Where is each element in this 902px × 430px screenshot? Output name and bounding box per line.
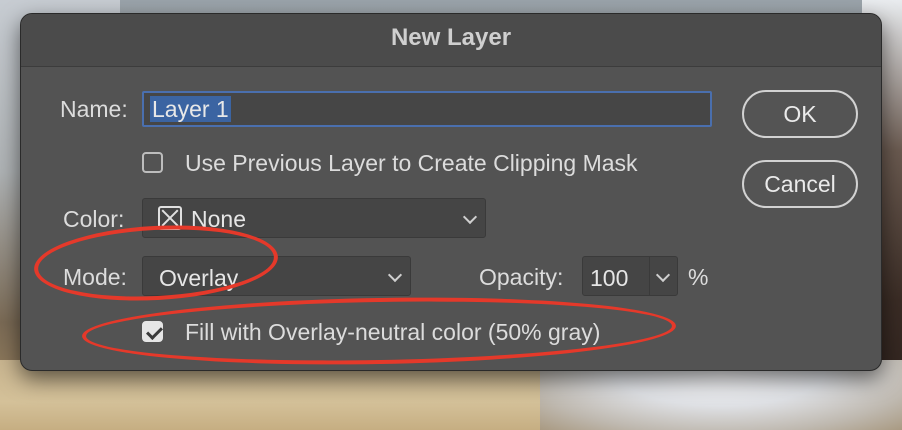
checkmark-icon <box>146 323 163 340</box>
opacity-input[interactable]: 100 <box>582 256 678 296</box>
mode-select-value: Overlay <box>159 265 239 291</box>
name-input[interactable]: Layer 1 <box>142 91 712 127</box>
name-label: Name: <box>60 96 128 122</box>
no-color-x-icon <box>158 206 182 230</box>
chevron-down-icon <box>462 209 478 225</box>
ok-button[interactable]: OK <box>742 90 858 138</box>
dialog-title: New Layer <box>21 14 881 67</box>
color-select[interactable]: None <box>142 198 486 238</box>
fill-neutral-checkbox[interactable] <box>142 321 163 342</box>
cancel-button[interactable]: Cancel <box>742 160 858 208</box>
chevron-down-icon[interactable] <box>655 267 671 283</box>
opacity-label: Opacity: <box>479 264 564 290</box>
clipping-mask-label: Use Previous Layer to Create Clipping Ma… <box>185 150 638 176</box>
opacity-divider <box>649 257 650 295</box>
name-input-value: Layer 1 <box>150 96 231 122</box>
opacity-value: 100 <box>590 265 629 291</box>
mode-label: Mode: <box>63 264 127 290</box>
fill-neutral-label: Fill with Overlay-neutral color (50% gra… <box>185 319 601 345</box>
color-select-value: None <box>191 206 246 232</box>
mode-select[interactable]: Overlay <box>142 256 411 296</box>
chevron-down-icon <box>387 267 403 283</box>
clipping-mask-checkbox[interactable] <box>142 152 163 173</box>
color-label: Color: <box>63 206 125 232</box>
new-layer-dialog: New Layer Name: Layer 1 Use Previous Lay… <box>20 13 882 371</box>
opacity-unit: % <box>688 264 709 290</box>
